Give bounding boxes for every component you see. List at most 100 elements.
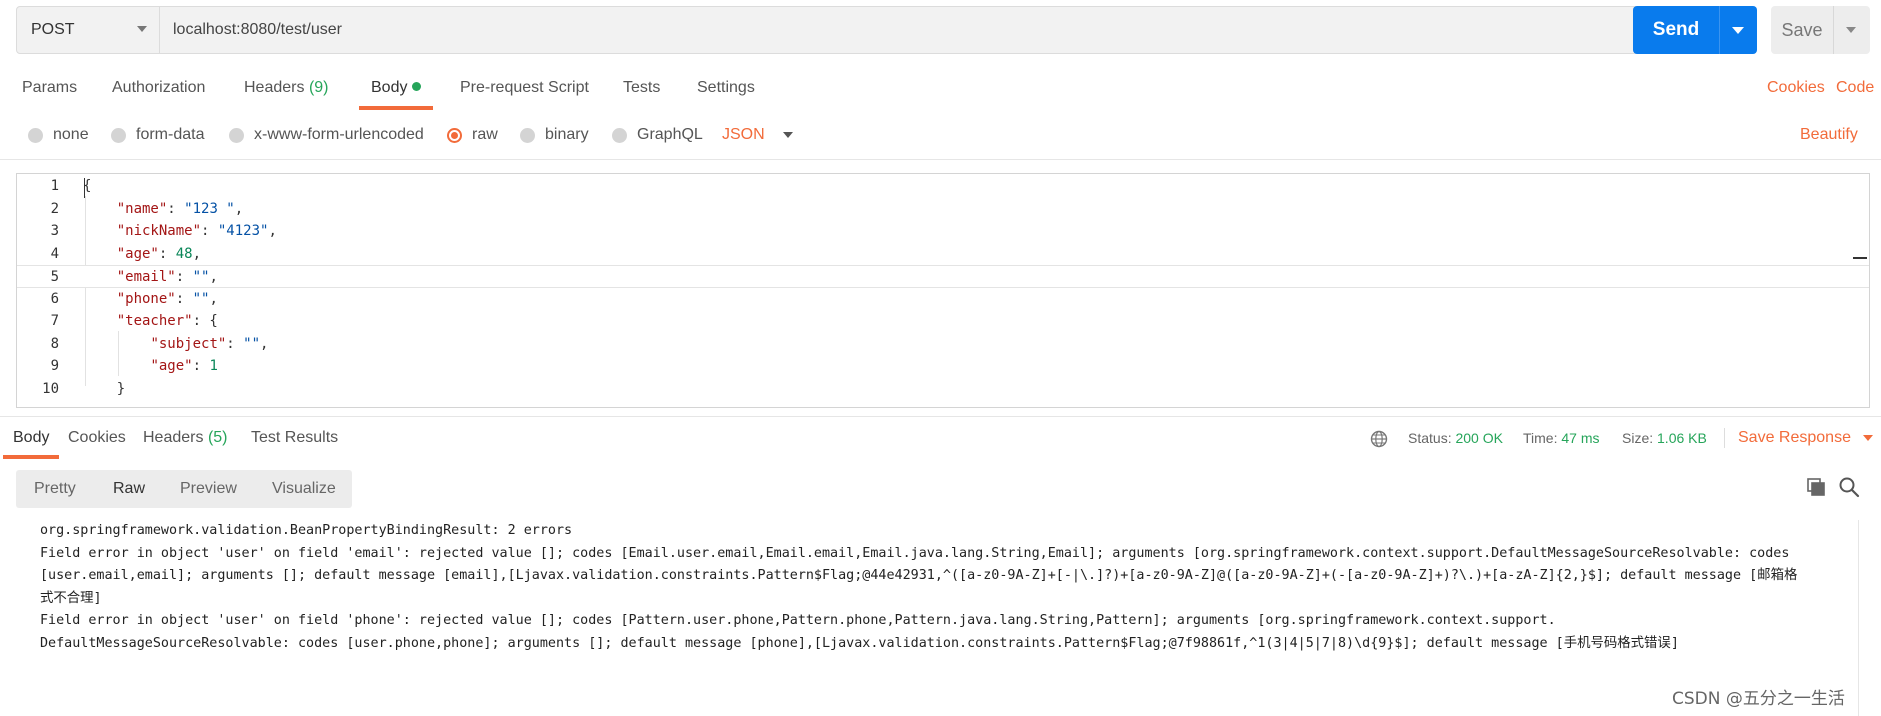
size-value: 1.06 KB — [1657, 430, 1707, 446]
code-line: 4 "age": 48, — [17, 243, 1869, 266]
view-mode-pretty[interactable]: Pretty — [34, 470, 76, 508]
response-tab-test-results[interactable]: Test Results — [251, 424, 338, 452]
globe-icon[interactable] — [1370, 430, 1388, 448]
response-line: org.springframework.validation.BeanPrope… — [40, 523, 573, 538]
code-line: 8 "subject": "", — [17, 333, 1869, 356]
tab-authorization[interactable]: Authorization — [112, 74, 205, 110]
save-response-label: Save Response — [1738, 429, 1851, 446]
radio-raw-label: raw — [472, 126, 498, 143]
send-button[interactable]: Send — [1633, 6, 1757, 54]
response-line: Field error in object 'user' on field 'e… — [40, 545, 1790, 561]
cookies-link[interactable]: Cookies — [1767, 74, 1825, 102]
radio-form-data[interactable]: form-data — [111, 120, 204, 150]
search-icon[interactable] — [1838, 476, 1860, 498]
code-text: "name": "123 ", — [116, 200, 244, 217]
format-value: JSON — [722, 126, 765, 143]
size-label: Size: — [1622, 430, 1654, 446]
active-tab-underline — [359, 106, 434, 110]
line-number: 9 — [50, 358, 59, 374]
code-text: "subject": "", — [150, 335, 269, 352]
tab-settings-label: Settings — [697, 79, 755, 96]
response-view-modes: Pretty Raw Preview Visualize — [16, 470, 352, 508]
tab-params[interactable]: Params — [22, 74, 77, 110]
view-mode-preview[interactable]: Preview — [180, 470, 237, 508]
beautify-link[interactable]: Beautify — [1800, 120, 1858, 150]
line-number: 5 — [50, 269, 59, 285]
time-label: Time: — [1523, 430, 1558, 446]
radio-graphql[interactable]: GraphQL — [612, 120, 703, 150]
url-value: localhost:8080/test/user — [173, 21, 342, 38]
tab-prerequest-label: Pre-request Script — [460, 79, 589, 96]
tab-body[interactable]: Body — [359, 74, 434, 110]
code-text: "phone": "", — [116, 290, 218, 307]
code-text: "age": 1 — [150, 358, 218, 374]
tab-tests-label: Tests — [623, 79, 661, 96]
code-text: { — [83, 178, 92, 194]
save-response-button[interactable]: Save Response — [1738, 424, 1873, 452]
line-number: 6 — [50, 290, 59, 307]
tab-settings[interactable]: Settings — [697, 74, 755, 110]
tab-headers-label: Headers — [244, 79, 305, 96]
editor-scroll-marker — [1853, 257, 1867, 259]
view-mode-raw[interactable]: Raw — [113, 470, 145, 508]
code-line: 3 "nickName": "4123", — [17, 220, 1869, 243]
copy-icon[interactable] — [1806, 477, 1826, 497]
radio-binary[interactable]: binary — [520, 120, 589, 150]
radio-circle — [229, 127, 244, 143]
status-label: Status: — [1408, 430, 1452, 446]
divider — [0, 159, 1881, 160]
code-line: 6 "phone": "", — [17, 288, 1869, 311]
response-tab-test-results-label: Test Results — [251, 429, 339, 446]
radio-none[interactable]: none — [28, 120, 89, 150]
view-mode-visualize-label: Visualize — [272, 480, 336, 497]
save-button[interactable]: Save — [1771, 6, 1870, 54]
response-headers-count: (5) — [207, 429, 228, 446]
active-tab-underline — [3, 455, 60, 459]
headers-count: (9) — [308, 79, 329, 96]
radio-circle — [28, 127, 43, 143]
chevron-down-icon — [782, 132, 793, 138]
code-line-current: 5 "email": "", — [17, 265, 1869, 288]
view-mode-preview-label: Preview — [180, 480, 237, 497]
code-line: 7 "teacher": { — [17, 310, 1869, 333]
code-text: "age": 48, — [116, 245, 202, 262]
response-body[interactable]: org.springframework.validation.BeanPrope… — [40, 520, 1860, 655]
radio-circle — [520, 127, 535, 143]
radio-raw[interactable]: raw — [447, 120, 498, 150]
save-label: Save — [1781, 19, 1823, 40]
radio-urlencoded[interactable]: x-www-form-urlencoded — [229, 120, 424, 150]
send-dropdown-chevron-icon[interactable] — [1732, 26, 1744, 34]
tab-prerequest-script[interactable]: Pre-request Script — [460, 74, 589, 110]
code-text: "email": "", — [116, 269, 218, 285]
request-body-editor[interactable]: 1{ 2 "name": "123 ", 3 "nickName": "4123… — [16, 173, 1870, 408]
save-dropdown-chevron-icon[interactable] — [1846, 27, 1856, 33]
watermark: CSDN @五分之一生活 — [1672, 689, 1845, 709]
code-text: "nickName": "4123", — [116, 223, 277, 239]
view-mode-visualize[interactable]: Visualize — [272, 470, 336, 508]
radio-graphql-label: GraphQL — [637, 126, 703, 143]
status-info: Status: 200 OK — [1408, 424, 1503, 452]
response-scrollbar[interactable] — [1858, 520, 1859, 716]
divider — [0, 416, 1881, 417]
tab-tests[interactable]: Tests — [623, 74, 660, 110]
response-tab-cookies-label: Cookies — [68, 429, 126, 446]
tab-authorization-label: Authorization — [112, 79, 206, 96]
response-tab-cookies[interactable]: Cookies — [68, 424, 126, 452]
tab-params-label: Params — [22, 79, 78, 96]
response-tab-headers-label: Headers — [143, 429, 204, 446]
tab-body-label: Body — [371, 79, 408, 96]
time-info: Time: 47 ms — [1523, 424, 1600, 452]
url-input[interactable]: localhost:8080/test/user — [160, 6, 1638, 54]
tab-headers[interactable]: Headers (9) — [244, 74, 329, 110]
time-value: 47 ms — [1561, 430, 1600, 446]
body-type-radios: none form-data x-www-form-urlencoded raw… — [0, 120, 1881, 150]
line-number: 4 — [50, 245, 59, 262]
chevron-down-icon — [137, 26, 147, 32]
line-number: 3 — [50, 223, 59, 239]
response-tab-headers[interactable]: Headers (5) — [143, 424, 228, 452]
code-link[interactable]: Code — [1836, 74, 1874, 102]
method-select[interactable]: POST — [16, 6, 160, 54]
response-tab-body[interactable]: Body — [3, 424, 60, 459]
send-label: Send — [1652, 19, 1700, 40]
format-select[interactable]: JSON — [722, 120, 793, 150]
